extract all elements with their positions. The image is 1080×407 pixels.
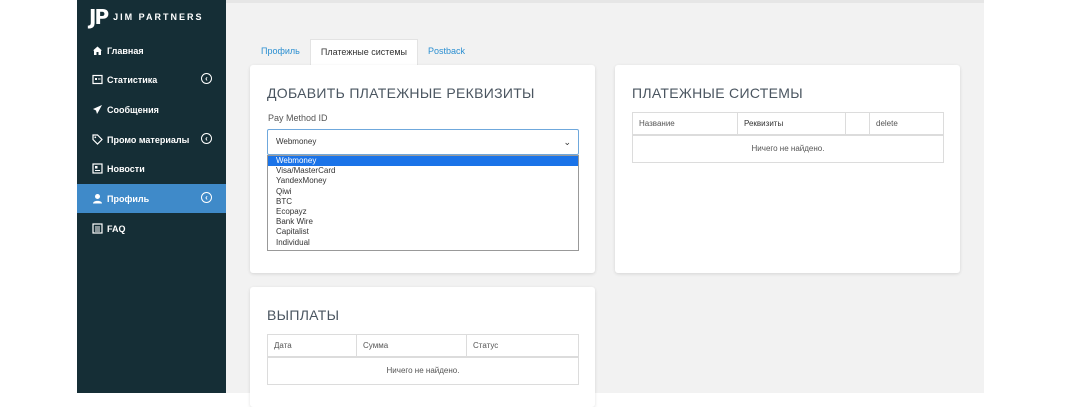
column-header[interactable]: Сумма: [356, 334, 467, 358]
sidebar-item-label: Профиль: [107, 193, 150, 204]
column-header[interactable]: Реквизиты: [737, 112, 846, 136]
payment-systems-card: ПЛАТЕЖНЫЕ СИСТЕМЫ Название Реквизиты del…: [615, 65, 960, 273]
add-payment-card: ДОБАВИТЬ ПЛАТЕЖНЫЕ РЕКВИЗИТЫ Pay Method …: [250, 65, 595, 273]
brand-name: JIM PARTNERS: [113, 12, 204, 22]
column-header[interactable]: Название: [632, 112, 738, 136]
column-header: delete: [869, 112, 944, 136]
sidebar-item-label: Статистика: [107, 74, 158, 85]
payouts-card: ВЫПЛАТЫ Дата Сумма Статус Ничего не найд…: [250, 287, 595, 407]
tab-postback[interactable]: Postback: [418, 39, 475, 65]
stats-icon: [92, 74, 103, 85]
tab-payment-systems[interactable]: Платежные системы: [309, 39, 418, 65]
sidebar-item-promo[interactable]: Промо материалы ‹: [77, 125, 226, 154]
pay-method-label: Pay Method ID: [268, 113, 328, 123]
sidebar-item-label: Промо материалы: [107, 134, 190, 145]
sidebar-item-profile[interactable]: Профиль ‹: [77, 184, 226, 213]
column-header: [845, 112, 870, 136]
sidebar-item-label: Сообщения: [107, 104, 159, 115]
sidebar-item-label: FAQ: [107, 223, 126, 234]
logo-mark: JP: [89, 5, 109, 29]
dropdown-option[interactable]: BTC: [268, 197, 578, 207]
paper-plane-icon: [92, 104, 103, 115]
payouts-table: Дата Сумма Статус Ничего не найдено.: [267, 334, 579, 385]
top-bar: [226, 0, 984, 3]
dropdown-option[interactable]: Qiwi: [268, 187, 578, 197]
sidebar-item-faq[interactable]: FAQ: [77, 214, 226, 243]
sidebar-item-label: Главная: [107, 45, 144, 56]
expand-arrow-icon[interactable]: ‹: [201, 192, 212, 203]
sidebar-item-stats[interactable]: Статистика ‹: [77, 65, 226, 94]
sidebar-item-messages[interactable]: Сообщения: [77, 95, 226, 124]
dropdown-option[interactable]: Capitalist: [268, 227, 578, 237]
newspaper-icon: [92, 163, 103, 174]
column-header[interactable]: Дата: [267, 334, 357, 358]
dropdown-option[interactable]: Individual: [268, 238, 578, 248]
expand-arrow-icon[interactable]: ‹: [201, 73, 212, 84]
column-header[interactable]: Статус: [466, 334, 579, 358]
dropdown-option[interactable]: Bank Wire: [268, 217, 578, 227]
empty-message: Ничего не найдено.: [632, 134, 944, 163]
tab-profile[interactable]: Профиль: [251, 39, 310, 65]
expand-arrow-icon[interactable]: ‹: [201, 133, 212, 144]
tag-icon: [92, 134, 103, 145]
brand-logo[interactable]: JP JIM PARTNERS: [89, 5, 204, 29]
sidebar-item-home[interactable]: Главная: [77, 36, 226, 65]
table-header-row: Название Реквизиты delete: [632, 112, 944, 136]
payouts-title: ВЫПЛАТЫ: [267, 307, 340, 323]
sidebar-item-news[interactable]: Новости: [77, 154, 226, 183]
table-row: Ничего не найдено.: [632, 134, 944, 163]
pay-method-select[interactable]: Webmoney ⌄: [267, 129, 579, 155]
dropdown-option[interactable]: Visa/MasterCard: [268, 166, 578, 176]
main-content: Профиль Платежные системы Postback ДОБАВ…: [226, 0, 984, 407]
sidebar-item-label: Новости: [107, 163, 145, 174]
chevron-down-icon: ⌄: [563, 137, 571, 147]
table-header-row: Дата Сумма Статус: [267, 334, 579, 358]
user-icon: [92, 193, 103, 204]
payment-systems-title: ПЛАТЕЖНЫЕ СИСТЕМЫ: [632, 85, 803, 101]
add-payment-title: ДОБАВИТЬ ПЛАТЕЖНЫЕ РЕКВИЗИТЫ: [267, 85, 535, 101]
dropdown-option[interactable]: Webmoney: [268, 156, 578, 167]
pay-method-selected: Webmoney: [276, 137, 317, 146]
payment-systems-table: Название Реквизиты delete Ничего не найд…: [632, 112, 944, 163]
empty-message: Ничего не найдено.: [267, 356, 579, 385]
table-row: Ничего не найдено.: [267, 356, 579, 385]
dropdown-option[interactable]: YandexMoney: [268, 176, 578, 186]
home-icon: [92, 45, 103, 56]
dropdown-option[interactable]: Ecopayz: [268, 207, 578, 217]
list-icon: [92, 223, 103, 234]
pay-method-dropdown: Webmoney Visa/MasterCard YandexMoney Qiw…: [267, 155, 579, 251]
tab-bar: Профиль Платежные системы Postback: [251, 39, 475, 65]
sidebar: JP JIM PARTNERS Главная Статистика ‹ Соо…: [77, 0, 226, 393]
